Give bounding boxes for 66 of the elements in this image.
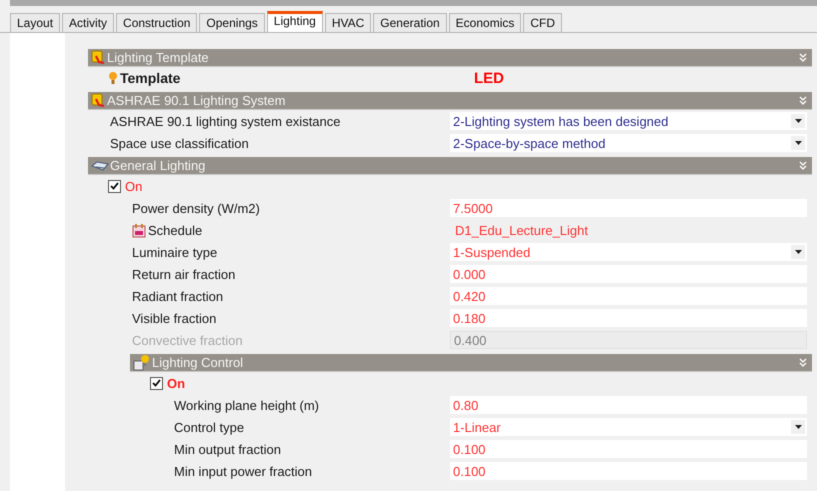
property-label: ASHRAE 90.1 lighting system existance	[110, 114, 340, 128]
input-field[interactable]: 0.420	[450, 287, 807, 305]
input-field[interactable]: 0.000	[450, 265, 807, 283]
input-field[interactable]: 0.180	[450, 309, 807, 327]
bulb-icon	[108, 71, 118, 85]
tab[interactable]: Layout	[10, 13, 60, 32]
collapse-icon[interactable]	[799, 96, 807, 106]
dropdown[interactable]: 1-Linear	[450, 418, 807, 436]
checkbox-label: On	[167, 376, 186, 390]
dropdown-value: 2-Lighting system has been designed	[452, 112, 670, 130]
collapse-icon[interactable]	[799, 358, 807, 368]
property-label: Radiant fraction	[132, 288, 224, 304]
property-label: Convective fraction	[132, 332, 243, 348]
property-label: Control type	[174, 420, 244, 434]
tab[interactable]: Construction	[116, 13, 198, 32]
property-label: Luminaire type	[132, 244, 218, 260]
section-title: Lighting Template	[107, 50, 210, 65]
property-label: Min input power fraction	[174, 464, 312, 478]
template-icon	[91, 93, 106, 108]
tab[interactable]: Activity	[62, 13, 114, 32]
input-field[interactable]: 0.100	[450, 440, 807, 458]
collapse-icon[interactable]	[799, 52, 807, 62]
dropdown-value: 1-Suspended	[452, 244, 532, 261]
property-label: Schedule	[148, 222, 202, 238]
input-field[interactable]: 7.5000	[450, 199, 807, 217]
property-label: Template	[120, 70, 180, 86]
template-value: LED	[473, 69, 505, 87]
schedule-value[interactable]: D1_Edu_Lecture_Light	[450, 221, 807, 239]
property-label: Min output fraction	[174, 442, 281, 456]
section-title: General Lighting	[110, 158, 206, 173]
template-icon	[91, 50, 106, 65]
property-label: Visible fraction	[132, 310, 216, 326]
tab[interactable]: Economics	[448, 13, 522, 32]
checkbox-label: On	[125, 178, 142, 194]
section-header[interactable]: Lighting Control	[130, 354, 812, 372]
section-title: ASHRAE 90.1 Lighting System	[107, 93, 286, 108]
input-field[interactable]: 0.100	[450, 462, 807, 480]
tab[interactable]: Generation	[373, 13, 447, 32]
property-label: Power density (W/m2)	[132, 200, 260, 216]
section-title: Lighting Control	[152, 355, 244, 370]
dropdown-value: 2-Space-by-space method	[452, 134, 606, 152]
calendar-icon	[132, 222, 146, 238]
collapse-icon[interactable]	[799, 160, 807, 170]
bulb-icon	[133, 354, 151, 371]
dropdown[interactable]: 1-Suspended	[450, 243, 807, 261]
section-header[interactable]: ASHRAE 90.1 Lighting System	[88, 92, 812, 110]
dropdown[interactable]: 2-Lighting system has been designed	[450, 112, 807, 130]
section-header[interactable]: Lighting Template	[88, 49, 812, 67]
property-label: Working plane height (m)	[174, 398, 319, 412]
dropdown[interactable]: 2-Space-by-space method	[450, 134, 807, 152]
checkbox[interactable]	[150, 376, 163, 390]
property-label: Space use classification	[110, 136, 249, 150]
tab[interactable]: HVAC	[324, 13, 372, 32]
dropdown-arrow-icon	[794, 425, 802, 429]
dropdown-arrow-icon	[794, 119, 802, 123]
property-label: Return air fraction	[132, 266, 236, 282]
section-header[interactable]: General Lighting	[88, 157, 812, 175]
dropdown-value: 1-Linear	[452, 418, 502, 436]
dropdown-arrow-icon	[794, 141, 802, 145]
dropdown-arrow-icon	[794, 250, 802, 254]
lamp-icon	[91, 160, 109, 172]
tab[interactable]: Openings	[199, 13, 265, 32]
checkbox[interactable]	[108, 180, 121, 192]
tab[interactable]: Lighting	[266, 11, 323, 32]
input-field[interactable]: 0.80	[450, 396, 807, 414]
tab[interactable]: CFD	[523, 13, 562, 32]
